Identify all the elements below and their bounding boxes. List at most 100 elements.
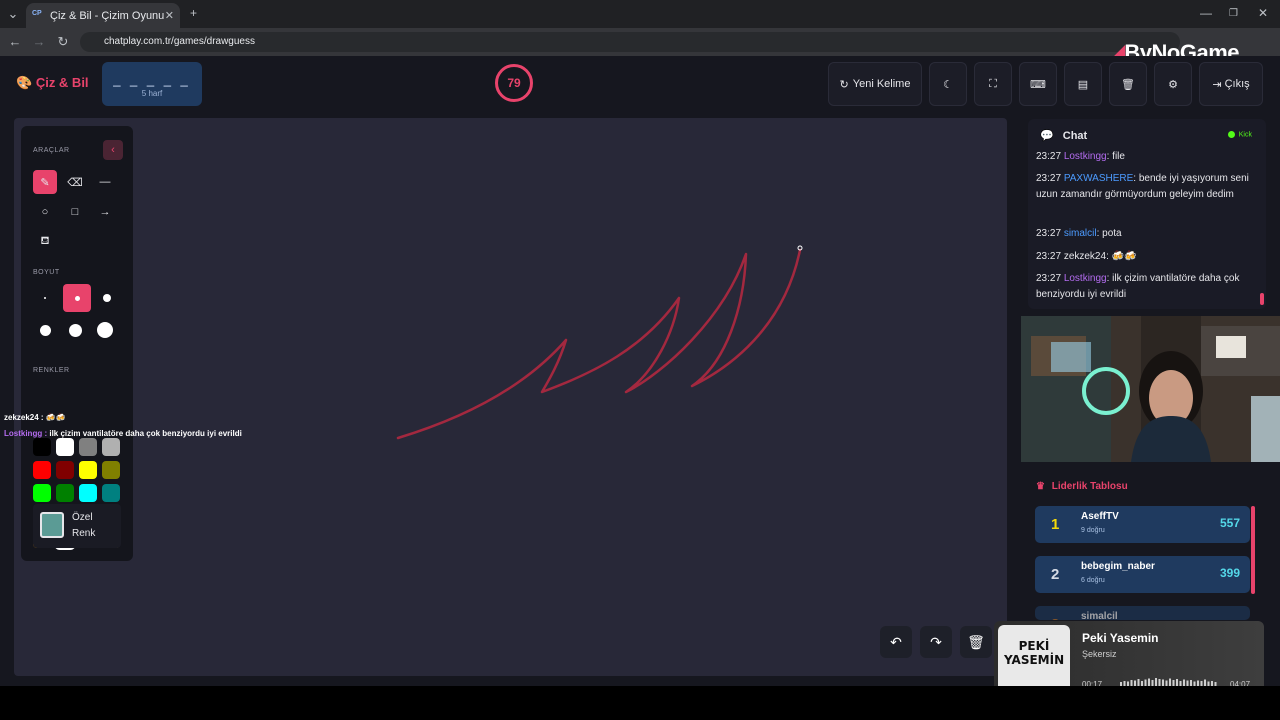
keyboard-button[interactable]: ⌨ [1019,62,1057,106]
collapse-panel-button[interactable]: ‹ [103,140,123,160]
fullscreen-button[interactable]: ⛶ [974,62,1012,106]
size-option-4[interactable] [33,318,57,342]
chat-header: 💬 Chat [1040,129,1087,142]
color-swatch[interactable] [79,461,97,479]
crown-icon: ♛ [1036,481,1045,492]
color-swatch[interactable] [79,438,97,456]
message-user[interactable]: zekzek24 [1064,251,1106,262]
color-swatch[interactable] [56,484,74,502]
circle-tool[interactable]: ○ [33,200,57,224]
size-option-6[interactable] [93,318,117,342]
chat-message: 23:27 simalcil: pota [1036,226,1258,242]
brush-tool[interactable]: ✎ [33,170,57,194]
close-window-icon[interactable]: ✕ [1258,6,1268,20]
line-tool[interactable]: — [93,170,117,194]
archive-icon: ▤ [1077,78,1089,91]
webcam-image [1021,316,1280,462]
message-time: 23:27 [1036,173,1064,184]
archive-button[interactable]: ▤ [1064,62,1102,106]
drawing-canvas[interactable] [14,118,1007,676]
color-swatch[interactable] [56,461,74,479]
colors-section-label: RENKLER [33,367,70,374]
browser-tab[interactable]: CP Çiz & Bil - Çizim Oyunu ✕ [26,3,180,28]
size-option-5[interactable] [63,318,87,342]
size-dot [39,324,51,336]
redo-button[interactable]: ↷ [920,626,952,658]
size-option-3[interactable] [95,286,119,310]
player-name: simalcil [1081,611,1118,620]
correct-count: 6 doğru [1081,577,1105,584]
clear-canvas-button[interactable]: 🗑 [960,626,992,658]
paint-bucket-icon: ⛾ [40,235,50,247]
size-option-2[interactable] [63,284,91,312]
player-name: AseffTV [1081,511,1119,522]
maximize-icon[interactable]: ❐ [1229,8,1238,19]
color-swatch[interactable] [102,438,120,456]
new-tab-icon[interactable]: + [190,6,197,20]
color-swatch[interactable] [33,438,51,456]
forward-icon[interactable]: → [30,33,48,51]
color-swatch[interactable] [33,484,51,502]
delete-button[interactable]: 🗑 [1109,62,1147,106]
url-input[interactable]: chatplay.com.tr/games/drawguess [80,32,1180,52]
exit-button[interactable]: ⇥ Çıkış [1199,62,1263,106]
color-swatch[interactable] [56,438,74,456]
message-time: 23:27 [1036,273,1064,284]
fill-tool[interactable]: ⛾ [33,230,57,254]
tool-panel: ARAÇLAR ‹ ✎ ⌫ — ○ □ → ⛾ BOYUT RENKLER ✓ [21,126,133,561]
message-time: 23:27 [1036,228,1064,239]
undo-button[interactable]: ↶ [880,626,912,658]
chat-title: Chat [1062,130,1088,142]
brand[interactable]: 🎨 Çiz & Bil [16,75,89,91]
color-swatch[interactable] [79,484,97,502]
overlay-chat-line: Lostkingg : ilk çizim vantilatöre daha ç… [4,429,242,438]
minimize-icon[interactable]: — [1200,6,1212,20]
theme-toggle-button[interactable]: ☾ [929,62,967,106]
overlay-chat-line: zekzek24 : 🍻🍻 [4,413,66,422]
color-swatch[interactable] [102,484,120,502]
chat-scrollbar[interactable] [1260,293,1264,305]
leaderboard-row: 3 simalcil [1035,606,1250,620]
size-option-1[interactable] [33,286,57,310]
size-dot [103,294,111,302]
size-dot [97,322,113,338]
custom-color-button[interactable]: Özel Renk [33,504,121,548]
favicon: CP [32,9,42,17]
bottom-bar [0,686,1280,720]
new-word-label: Yeni Kelime [852,78,911,90]
song-title: Peki Yasemin [1082,631,1159,645]
album-art-text: PEKİ YASEMİN [1004,639,1065,667]
palette-icon: 🎨 [16,75,33,90]
round-timer: 79 [495,64,533,102]
new-word-button[interactable]: ↻ Yeni Kelime [828,62,922,106]
leaderboard-scrollbar[interactable] [1251,506,1255,594]
chat-panel: 💬 Chat Kick 23:27 Lostkingg: file 23:27 P… [1028,119,1266,309]
word-hint-box: _ _ _ _ _ 5 harf [102,62,202,106]
message-user[interactable]: PAXWASHERE [1064,173,1133,184]
size-dot [74,295,80,301]
color-swatch[interactable] [102,461,120,479]
arrow-tool[interactable]: → [93,200,117,224]
message-user[interactable]: Lostkingg [1064,273,1107,284]
leaderboard-row: 1 AseffTV 9 doğru 557 [1035,506,1250,543]
correct-count: 9 doğru [1081,527,1105,534]
close-tab-icon[interactable]: ✕ [165,9,174,22]
custom-color-label: Özel Renk [72,512,96,539]
message-user[interactable]: simalcil [1064,228,1097,239]
chevron-left-icon: ‹ [111,144,115,156]
message-user[interactable]: Lostkingg [1064,151,1107,162]
game-header: 🎨 Çiz & Bil _ _ _ _ _ 5 harf 79 ↻ Yeni K… [0,56,1280,112]
tab-search-icon[interactable]: ⌄ [4,5,22,23]
back-icon[interactable]: ← [6,33,24,51]
browser-tab-bar: ⌄ CP Çiz & Bil - Çizim Oyunu ✕ + — ❐ ✕ [0,0,1280,28]
rectangle-tool[interactable]: □ [63,200,87,224]
arrow-right-icon: → [99,206,111,218]
app-root: 🎨 Çiz & Bil _ _ _ _ _ 5 harf 79 ↻ Yeni K… [0,56,1280,708]
color-swatch[interactable] [33,461,51,479]
eraser-tool[interactable]: ⌫ [63,170,87,194]
settings-button[interactable]: ⚙ [1154,62,1192,106]
reload-icon[interactable]: ↻ [54,33,72,51]
gear-icon: ⚙ [1168,78,1178,91]
url-text: chatplay.com.tr/games/drawguess [104,36,255,47]
message-time: 23:27 [1036,251,1064,262]
